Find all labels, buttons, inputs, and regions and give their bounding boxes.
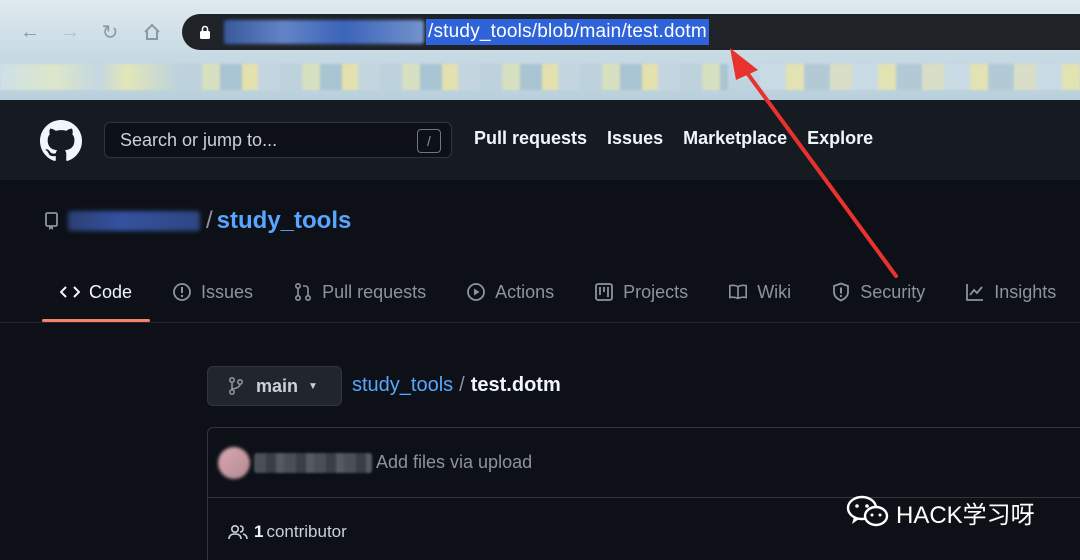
watermark-text: HACK学习呀	[896, 501, 1035, 529]
tab-insights-label: Insights	[994, 281, 1057, 302]
repo-tab-bar: Code Issues Pull requests Actions Projec…	[40, 270, 1076, 322]
back-arrow-icon[interactable]: ←	[16, 18, 44, 46]
tab-wiki[interactable]: Wiki	[708, 270, 811, 314]
repo-separator: /	[206, 207, 213, 234]
search-placeholder: Search or jump to...	[120, 129, 278, 150]
tab-wiki-label: Wiki	[757, 281, 792, 302]
breadcrumb: study_tools / test.dotm	[352, 374, 561, 397]
tab-issues-label: Issues	[201, 281, 254, 302]
tab-projects-label: Projects	[623, 281, 689, 302]
forward-arrow-icon[interactable]: →	[56, 18, 84, 46]
redacted-author-name	[254, 452, 372, 473]
tab-actions[interactable]: Actions	[446, 270, 574, 314]
tab-code[interactable]: Code	[40, 270, 152, 322]
github-logo-icon[interactable]	[40, 120, 82, 162]
nav-pull-requests[interactable]: Pull requests	[474, 128, 587, 149]
tab-security[interactable]: Security	[811, 270, 945, 314]
github-header: Search or jump to... / Pull requests Iss…	[0, 100, 1080, 180]
contributors-count: 1	[254, 522, 264, 541]
code-icon	[60, 282, 80, 302]
people-icon	[228, 523, 248, 541]
tab-issues[interactable]: Issues	[152, 270, 273, 314]
breadcrumb-repo-link[interactable]: study_tools	[352, 374, 453, 397]
commit-row: Add files via upload	[208, 428, 1080, 498]
play-icon	[466, 282, 486, 302]
git-branch-icon	[228, 376, 244, 396]
redacted-owner-name	[68, 211, 200, 231]
contributors-summary[interactable]: 1 contributor	[228, 522, 347, 542]
git-pull-request-icon	[293, 282, 313, 302]
tab-actions-label: Actions	[495, 281, 555, 302]
wechat-logo-icon	[846, 494, 890, 530]
branch-select-button[interactable]: main ▼	[207, 366, 342, 406]
tab-security-label: Security	[860, 281, 926, 302]
tab-pull-requests[interactable]: Pull requests	[273, 270, 446, 314]
wechat-watermark: HACK学习呀	[846, 494, 1035, 530]
issue-opened-icon	[172, 282, 192, 302]
commit-message-link[interactable]: Add files via upload	[376, 452, 532, 473]
project-icon	[594, 282, 614, 302]
repo-name-link[interactable]: study_tools	[217, 207, 352, 235]
repo-icon	[44, 211, 60, 231]
shield-icon	[831, 282, 851, 302]
graph-icon	[965, 282, 985, 302]
breadcrumb-separator: /	[459, 374, 465, 396]
tab-code-label: Code	[89, 281, 133, 302]
nav-marketplace[interactable]: Marketplace	[683, 128, 787, 149]
branch-name: main	[256, 375, 299, 396]
address-bar[interactable]: /study_tools/blob/main/test.dotm	[182, 14, 1080, 50]
redacted-url-host	[224, 20, 424, 44]
avatar[interactable]	[218, 446, 250, 479]
tab-pull-requests-label: Pull requests	[322, 281, 427, 302]
tab-projects[interactable]: Projects	[574, 270, 708, 314]
search-input[interactable]: Search or jump to... /	[104, 122, 452, 158]
url-path-text: /study_tools/blob/main/test.dotm	[426, 19, 709, 45]
nav-explore[interactable]: Explore	[807, 128, 873, 149]
book-icon	[728, 282, 748, 302]
nav-issues[interactable]: Issues	[607, 128, 663, 149]
global-nav: Pull requests Issues Marketplace Explore	[474, 128, 873, 149]
tab-divider	[0, 322, 1080, 323]
reload-icon[interactable]: ↻	[96, 18, 124, 46]
slash-shortcut-icon: /	[417, 129, 441, 153]
caret-down-icon: ▼	[308, 380, 318, 392]
lock-icon	[198, 24, 212, 40]
breadcrumb-file-name: test.dotm	[470, 374, 561, 396]
repo-title: / study_tools	[44, 204, 351, 238]
browser-toolbar: ← → ↻ /study_tools/blob/main/test.dotm	[0, 0, 1080, 100]
tab-insights[interactable]: Insights	[945, 270, 1076, 314]
contributors-label: contributor	[266, 522, 347, 541]
bookmarks-bar-redacted	[0, 60, 1080, 94]
home-icon[interactable]	[138, 18, 166, 46]
